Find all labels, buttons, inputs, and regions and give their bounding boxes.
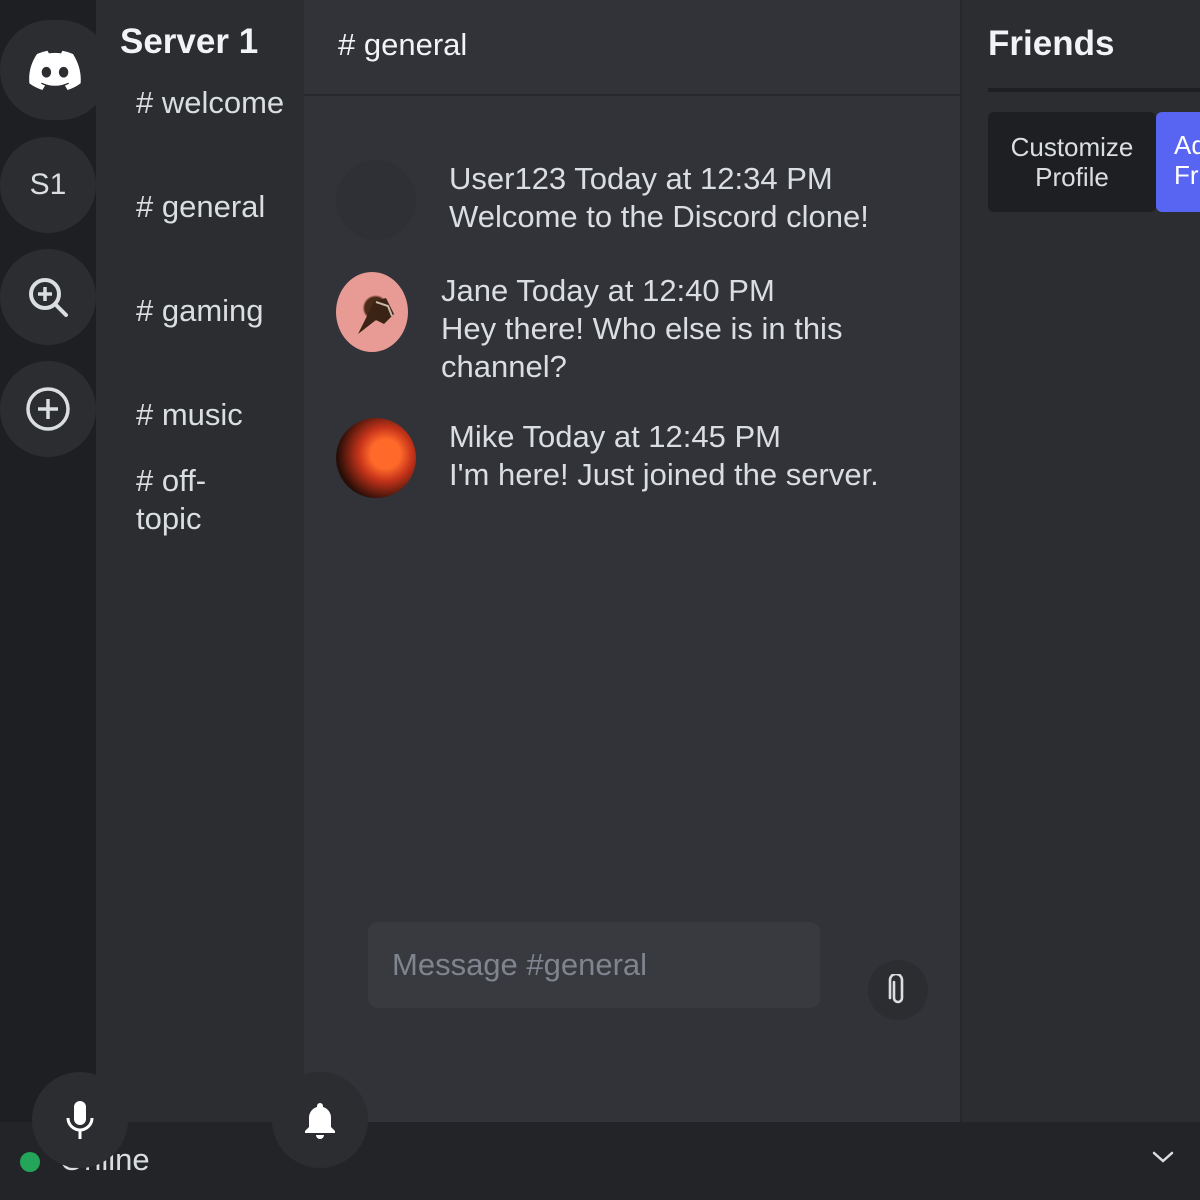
- channel-panel: Server 1 # welcome # general # gaming # …: [96, 0, 304, 1122]
- online-status-dot: [20, 1152, 40, 1172]
- channel-item-general[interactable]: # general: [136, 188, 286, 226]
- friends-title: Friends: [988, 24, 1115, 63]
- chat-header: # general: [304, 0, 960, 96]
- channel-title: # general: [338, 27, 468, 62]
- notifications-button[interactable]: [272, 1072, 368, 1168]
- bell-icon: [305, 1103, 335, 1139]
- discord-logo-icon: [29, 50, 81, 90]
- chevron-down-icon[interactable]: [1150, 1148, 1176, 1171]
- customize-profile-label: Customize Profile: [1010, 132, 1134, 192]
- microphone-button[interactable]: [32, 1072, 128, 1168]
- add-friend-button[interactable]: Add Friend: [1156, 112, 1200, 212]
- avatar[interactable]: [336, 272, 408, 352]
- customize-profile-button[interactable]: Customize Profile: [988, 112, 1156, 212]
- avatar[interactable]: [336, 160, 416, 240]
- add-server-button[interactable]: [0, 361, 96, 457]
- attach-button[interactable]: [868, 960, 928, 1020]
- channel-item-music[interactable]: # music: [136, 396, 286, 434]
- message-input[interactable]: [368, 922, 820, 1008]
- message-content: Mike Today at 12:45 PM I'm here! Just jo…: [449, 418, 909, 494]
- divider: [988, 88, 1200, 92]
- channel-item-gaming[interactable]: # gaming: [136, 292, 286, 330]
- message-header: Mike Today at 12:45 PM: [449, 419, 781, 454]
- message-body: Welcome to the Discord clone!: [449, 199, 869, 234]
- server-name: Server 1: [120, 22, 259, 61]
- explore-servers-button[interactable]: [0, 249, 96, 345]
- zoom-in-search-icon: [29, 278, 68, 317]
- channel-item-off-topic[interactable]: # off-topic: [136, 462, 236, 538]
- add-friend-label: Add Friend: [1174, 130, 1200, 190]
- message-header: Jane Today at 12:40 PM: [441, 273, 775, 308]
- message-body: I'm here! Just joined the server.: [449, 457, 879, 492]
- avatar[interactable]: [336, 418, 416, 498]
- microphone-icon: [66, 1101, 94, 1139]
- message-header: User123 Today at 12:34 PM: [449, 161, 833, 196]
- server-rail: S1: [0, 0, 110, 1122]
- plus-circle-icon: [26, 387, 70, 431]
- channel-item-welcome[interactable]: # welcome: [136, 84, 286, 122]
- server-s1-button[interactable]: S1: [0, 137, 96, 233]
- message-content: User123 Today at 12:34 PM Welcome to the…: [449, 160, 909, 236]
- friends-panel: Friends Customize Profile Add Friend: [960, 0, 1200, 1122]
- message-body: Hey there! Who else is in this channel?: [441, 311, 843, 384]
- chat-area: # general User123 Today at 12:34 PM Welc…: [304, 0, 960, 1122]
- status-bar: [0, 1122, 1200, 1200]
- discord-home-button[interactable]: [0, 20, 110, 120]
- server-s1-label: S1: [29, 168, 67, 201]
- paperclip-icon: [888, 974, 904, 1004]
- avatar-image-icon: [358, 298, 394, 334]
- message-content: Jane Today at 12:40 PM Hey there! Who el…: [441, 272, 881, 386]
